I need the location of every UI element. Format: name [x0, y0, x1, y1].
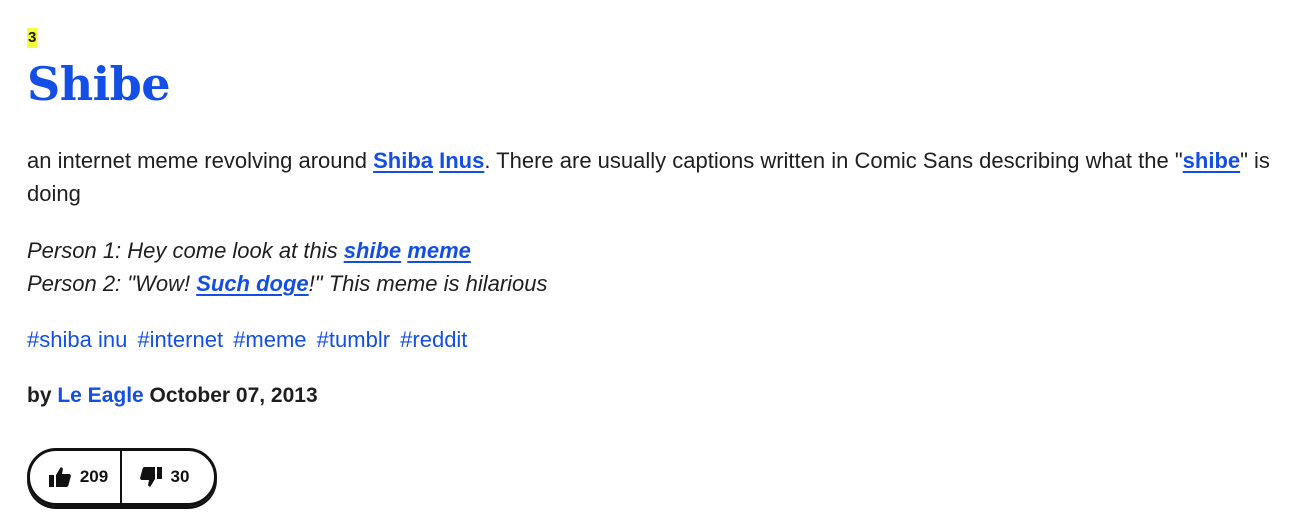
- downvote-button[interactable]: 30: [122, 451, 214, 503]
- meaning-text: . There are usually captions written in …: [484, 148, 1183, 173]
- definition-example: Person 1: Hey come look at this shibe me…: [27, 234, 1287, 300]
- tag-link[interactable]: #reddit: [400, 327, 467, 352]
- term-link-inus[interactable]: Inus: [439, 148, 484, 173]
- tag-link[interactable]: #internet: [137, 327, 223, 352]
- definition-meaning: an internet meme revolving around Shiba …: [27, 144, 1287, 210]
- tag-link[interactable]: #tumblr: [317, 327, 390, 352]
- example-line: Person 2: "Wow! Such doge!" This meme is…: [27, 267, 1287, 300]
- vote-buttons: 209 30: [27, 448, 217, 506]
- tag-link[interactable]: #meme: [233, 327, 306, 352]
- thumbs-down-icon: [139, 465, 163, 489]
- term-link-such-doge[interactable]: Such doge: [196, 271, 308, 296]
- example-text: Person 1: Hey come look at this: [27, 238, 344, 263]
- post-date: October 07, 2013: [143, 384, 318, 407]
- upvote-count: 209: [79, 467, 109, 486]
- tag-link[interactable]: #shiba inu: [27, 327, 127, 352]
- rank-badge: 3: [27, 28, 38, 48]
- example-text: !" This meme is hilarious: [308, 271, 548, 296]
- example-line: Person 1: Hey come look at this shibe me…: [27, 234, 1287, 267]
- example-text: Person 2: "Wow!: [27, 271, 197, 296]
- term-link-shiba[interactable]: Shiba: [373, 148, 433, 173]
- term-link-shibe-example[interactable]: shibe: [344, 238, 401, 263]
- definition-card: 3 Shibe an internet meme revolving aroun…: [27, 28, 1287, 412]
- upvote-button[interactable]: 209: [30, 451, 122, 503]
- meaning-text: an internet meme revolving around: [27, 148, 374, 173]
- author-link[interactable]: Le Eagle: [57, 384, 143, 407]
- tag-list: #shiba inu #internet #meme #tumblr #redd…: [27, 323, 1287, 356]
- term-link-shibe[interactable]: shibe: [1183, 148, 1240, 173]
- term-link-meme[interactable]: meme: [407, 238, 471, 263]
- byline-prefix: by: [27, 384, 58, 407]
- thumbs-up-icon: [48, 465, 72, 489]
- definition-word[interactable]: Shibe: [27, 56, 1287, 112]
- downvote-count: 30: [170, 467, 190, 486]
- byline: by Le Eagle October 07, 2013: [27, 379, 1287, 412]
